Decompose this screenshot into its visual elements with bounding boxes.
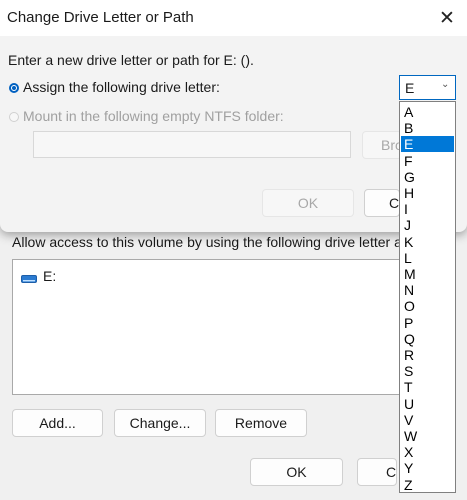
cancel-button[interactable]: C — [364, 189, 400, 217]
mount-folder-radio[interactable]: Mount in the following empty NTFS folder… — [8, 108, 288, 126]
dropdown-option[interactable]: T — [401, 379, 454, 395]
drive-path-list[interactable]: E: — [12, 259, 453, 395]
close-icon[interactable]: ✕ — [432, 3, 462, 33]
dropdown-option[interactable]: Q — [401, 331, 454, 347]
list-item-label: E: — [43, 268, 57, 284]
dropdown-option[interactable]: S — [401, 363, 454, 379]
change-button[interactable]: Change... — [114, 409, 206, 437]
dropdown-option[interactable]: N — [401, 282, 454, 298]
drive-letter-dropdown-list[interactable]: ABEFGHIJKLMNOPQRSTUVWXYZ — [399, 101, 456, 493]
dropdown-option[interactable]: A — [401, 104, 454, 120]
radio-unselected-icon — [9, 112, 19, 122]
dropdown-option[interactable]: L — [401, 250, 454, 266]
remove-button[interactable]: Remove — [215, 409, 307, 437]
instruction-text: Enter a new drive letter or path for E: … — [8, 52, 254, 68]
dropdown-option[interactable]: P — [401, 315, 454, 331]
change-drive-letter-dialog: Change Drive Letter or Path ✕ Enter a ne… — [0, 0, 467, 232]
title-bar: Change Drive Letter or Path ✕ — [0, 0, 467, 36]
chevron-down-icon: ⌄ — [441, 79, 450, 90]
dropdown-option[interactable]: B — [401, 120, 454, 136]
dropdown-option[interactable]: Z — [401, 477, 454, 493]
add-button[interactable]: Add... — [12, 409, 103, 437]
dropdown-option[interactable]: U — [401, 396, 454, 412]
dropdown-option[interactable]: J — [401, 217, 454, 233]
dropdown-option[interactable]: G — [401, 169, 454, 185]
assign-letter-radio[interactable]: Assign the following drive letter: — [8, 79, 228, 97]
browse-button[interactable]: Bro — [362, 131, 402, 159]
dropdown-option[interactable]: E — [401, 136, 454, 153]
mount-folder-label: Mount in the following empty NTFS folder… — [23, 108, 284, 124]
dropdown-option[interactable]: F — [401, 153, 454, 169]
dropdown-option[interactable]: V — [401, 412, 454, 428]
drive-letter-select[interactable]: E ⌄ — [399, 75, 456, 100]
dropdown-option[interactable]: R — [401, 347, 454, 363]
dialog-title: Change Drive Letter or Path — [7, 9, 194, 26]
access-description: Allow access to this volume by using the… — [12, 234, 430, 250]
ok-button[interactable]: OK — [262, 189, 354, 217]
drive-letter-value: E — [405, 79, 415, 96]
drive-icon — [21, 271, 37, 287]
dropdown-option[interactable]: W — [401, 428, 454, 444]
radio-selected-icon — [9, 83, 19, 93]
dropdown-option[interactable]: M — [401, 266, 454, 282]
dropdown-option[interactable]: H — [401, 185, 454, 201]
list-item[interactable]: E: — [21, 268, 321, 286]
back-ok-button[interactable]: OK — [250, 458, 343, 486]
back-cancel-button[interactable]: Ca — [357, 458, 397, 486]
dropdown-option[interactable]: I — [401, 201, 454, 217]
folder-path-input[interactable] — [33, 131, 351, 158]
dropdown-option[interactable]: Y — [401, 460, 454, 476]
dropdown-option[interactable]: X — [401, 444, 454, 460]
assign-letter-label: Assign the following drive letter: — [23, 79, 220, 95]
dropdown-option[interactable]: K — [401, 234, 454, 250]
dropdown-option[interactable]: O — [401, 298, 454, 314]
